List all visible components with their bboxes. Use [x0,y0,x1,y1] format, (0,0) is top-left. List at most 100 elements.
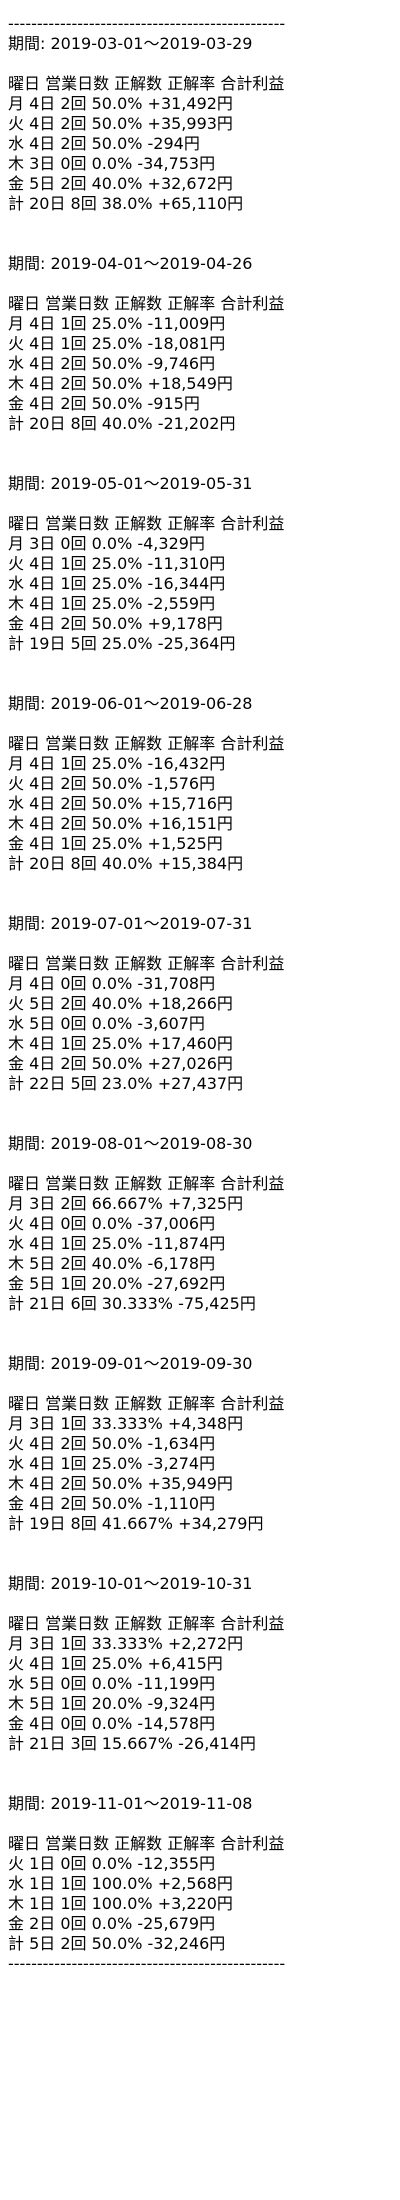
table-header: 曜日 営業日数 正解数 正解率 合計利益 [8,294,285,313]
table-row: 水 4日 2回 50.0% +15,716円 [8,794,233,813]
table-row: 月 4日 1回 25.0% -16,432円 [8,754,226,773]
table-row: 月 4日 1回 25.0% -11,009円 [8,314,226,333]
table-row: 火 4日 1回 25.0% -11,310円 [8,554,226,573]
table-row: 火 4日 2回 50.0% -1,576円 [8,774,216,793]
table-row: 水 4日 2回 50.0% -294円 [8,134,200,153]
bottom-separator: ----------------------------------------… [8,1954,286,1973]
table-row: 火 4日 2回 50.0% +35,993円 [8,114,233,133]
table-row: 火 4日 2回 50.0% -1,634円 [8,1434,216,1453]
period-block: 期間: 2019-09-01～2019-09-30 曜日 営業日数 正解数 正解率… [8,1354,396,1574]
table-row: 木 5日 1回 20.0% -9,324円 [8,1694,216,1713]
period-block: 期間: 2019-11-01～2019-11-08 曜日 営業日数 正解数 正解率… [8,1794,396,1954]
table-row: 金 4日 2回 50.0% -915円 [8,394,200,413]
table-row: 金 4日 0回 0.0% -14,578円 [8,1714,216,1733]
total-row: 計 22日 5回 23.0% +27,437円 [8,1074,244,1093]
table-row: 金 5日 2回 40.0% +32,672円 [8,174,233,193]
period-title: 期間: 2019-05-01～2019-05-31 [8,474,253,493]
table-row: 水 5日 0回 0.0% -3,607円 [8,1014,205,1033]
table-row: 火 4日 0回 0.0% -37,006円 [8,1214,216,1233]
total-row: 計 21日 3回 15.667% -26,414円 [8,1734,256,1753]
period-block: 期間: 2019-08-01～2019-08-30 曜日 営業日数 正解数 正解率… [8,1134,396,1354]
table-header: 曜日 営業日数 正解数 正解率 合計利益 [8,74,285,93]
table-row: 木 4日 1回 25.0% -2,559円 [8,594,216,613]
table-row: 水 4日 1回 25.0% -16,344円 [8,574,226,593]
period-block: 期間: 2019-03-01～2019-03-29 曜日 営業日数 正解数 正解率… [8,34,396,254]
table-row: 木 4日 2回 50.0% +35,949円 [8,1474,233,1493]
table-row: 木 4日 2回 50.0% +18,549円 [8,374,233,393]
total-row: 計 20日 8回 40.0% -21,202円 [8,414,236,433]
table-row: 水 1日 1回 100.0% +2,568円 [8,1874,233,1893]
period-title: 期間: 2019-07-01～2019-07-31 [8,914,253,933]
table-row: 火 1日 0回 0.0% -12,355円 [8,1854,216,1873]
table-row: 金 4日 2回 50.0% +27,026円 [8,1054,233,1073]
table-row: 金 4日 1回 25.0% +1,525円 [8,834,223,853]
top-separator: ----------------------------------------… [8,14,286,33]
period-block: 期間: 2019-05-01～2019-05-31 曜日 営業日数 正解数 正解率… [8,474,396,694]
table-header: 曜日 営業日数 正解数 正解率 合計利益 [8,514,285,533]
total-row: 計 20日 8回 38.0% +65,110円 [8,194,244,213]
table-row: 金 4日 2回 50.0% +9,178円 [8,614,223,633]
table-row: 月 4日 2回 50.0% +31,492円 [8,94,233,113]
period-title: 期間: 2019-06-01～2019-06-28 [8,694,253,713]
table-row: 水 4日 1回 25.0% -11,874円 [8,1234,226,1253]
period-title: 期間: 2019-08-01～2019-08-30 [8,1134,253,1153]
table-row: 金 4日 2回 50.0% -1,110円 [8,1494,216,1513]
table-row: 火 4日 1回 25.0% +6,415円 [8,1654,223,1673]
period-title: 期間: 2019-11-01～2019-11-08 [8,1794,253,1813]
table-row: 木 4日 1回 25.0% +17,460円 [8,1034,233,1053]
period-title: 期間: 2019-03-01～2019-03-29 [8,34,253,53]
period-title: 期間: 2019-09-01～2019-09-30 [8,1354,253,1373]
table-header: 曜日 営業日数 正解数 正解率 合計利益 [8,1174,285,1193]
table-row: 金 5日 1回 20.0% -27,692円 [8,1274,226,1293]
period-title: 期間: 2019-04-01～2019-04-26 [8,254,253,273]
total-row: 計 19日 5回 25.0% -25,364円 [8,634,236,653]
table-row: 月 4日 0回 0.0% -31,708円 [8,974,216,993]
statistics-document: ----------------------------------------… [8,14,396,1974]
table-row: 月 3日 0回 0.0% -4,329円 [8,534,205,553]
table-header: 曜日 営業日数 正解数 正解率 合計利益 [8,734,285,753]
table-row: 火 4日 1回 25.0% -18,081円 [8,334,226,353]
period-block: 期間: 2019-06-01～2019-06-28 曜日 営業日数 正解数 正解率… [8,694,396,914]
table-row: 金 2日 0回 0.0% -25,679円 [8,1914,216,1933]
table-row: 月 3日 2回 66.667% +7,325円 [8,1194,244,1213]
table-header: 曜日 営業日数 正解数 正解率 合計利益 [8,954,285,973]
table-row: 水 5日 0回 0.0% -11,199円 [8,1674,216,1693]
table-row: 水 4日 1回 25.0% -3,274円 [8,1454,216,1473]
total-row: 計 21日 6回 30.333% -75,425円 [8,1294,256,1313]
table-header: 曜日 営業日数 正解数 正解率 合計利益 [8,1614,285,1633]
table-row: 木 4日 2回 50.0% +16,151円 [8,814,233,833]
period-title: 期間: 2019-10-01～2019-10-31 [8,1574,253,1593]
total-row: 計 20日 8回 40.0% +15,384円 [8,854,244,873]
period-block: 期間: 2019-04-01～2019-04-26 曜日 営業日数 正解数 正解率… [8,254,396,474]
total-row: 計 19日 8回 41.667% +34,279円 [8,1514,264,1533]
table-row: 木 3日 0回 0.0% -34,753円 [8,154,216,173]
table-row: 水 4日 2回 50.0% -9,746円 [8,354,216,373]
table-row: 月 3日 1回 33.333% +4,348円 [8,1414,244,1433]
table-row: 火 5日 2回 40.0% +18,266円 [8,994,233,1013]
table-row: 木 1日 1回 100.0% +3,220円 [8,1894,233,1913]
table-header: 曜日 営業日数 正解数 正解率 合計利益 [8,1834,285,1853]
period-blocks: 期間: 2019-03-01～2019-03-29 曜日 営業日数 正解数 正解率… [8,34,396,1954]
total-row: 計 5日 2回 50.0% -32,246円 [8,1934,226,1953]
table-row: 木 5日 2回 40.0% -6,178円 [8,1254,216,1273]
period-block: 期間: 2019-10-01～2019-10-31 曜日 営業日数 正解数 正解率… [8,1574,396,1794]
table-row: 月 3日 1回 33.333% +2,272円 [8,1634,244,1653]
period-block: 期間: 2019-07-01～2019-07-31 曜日 営業日数 正解数 正解率… [8,914,396,1134]
